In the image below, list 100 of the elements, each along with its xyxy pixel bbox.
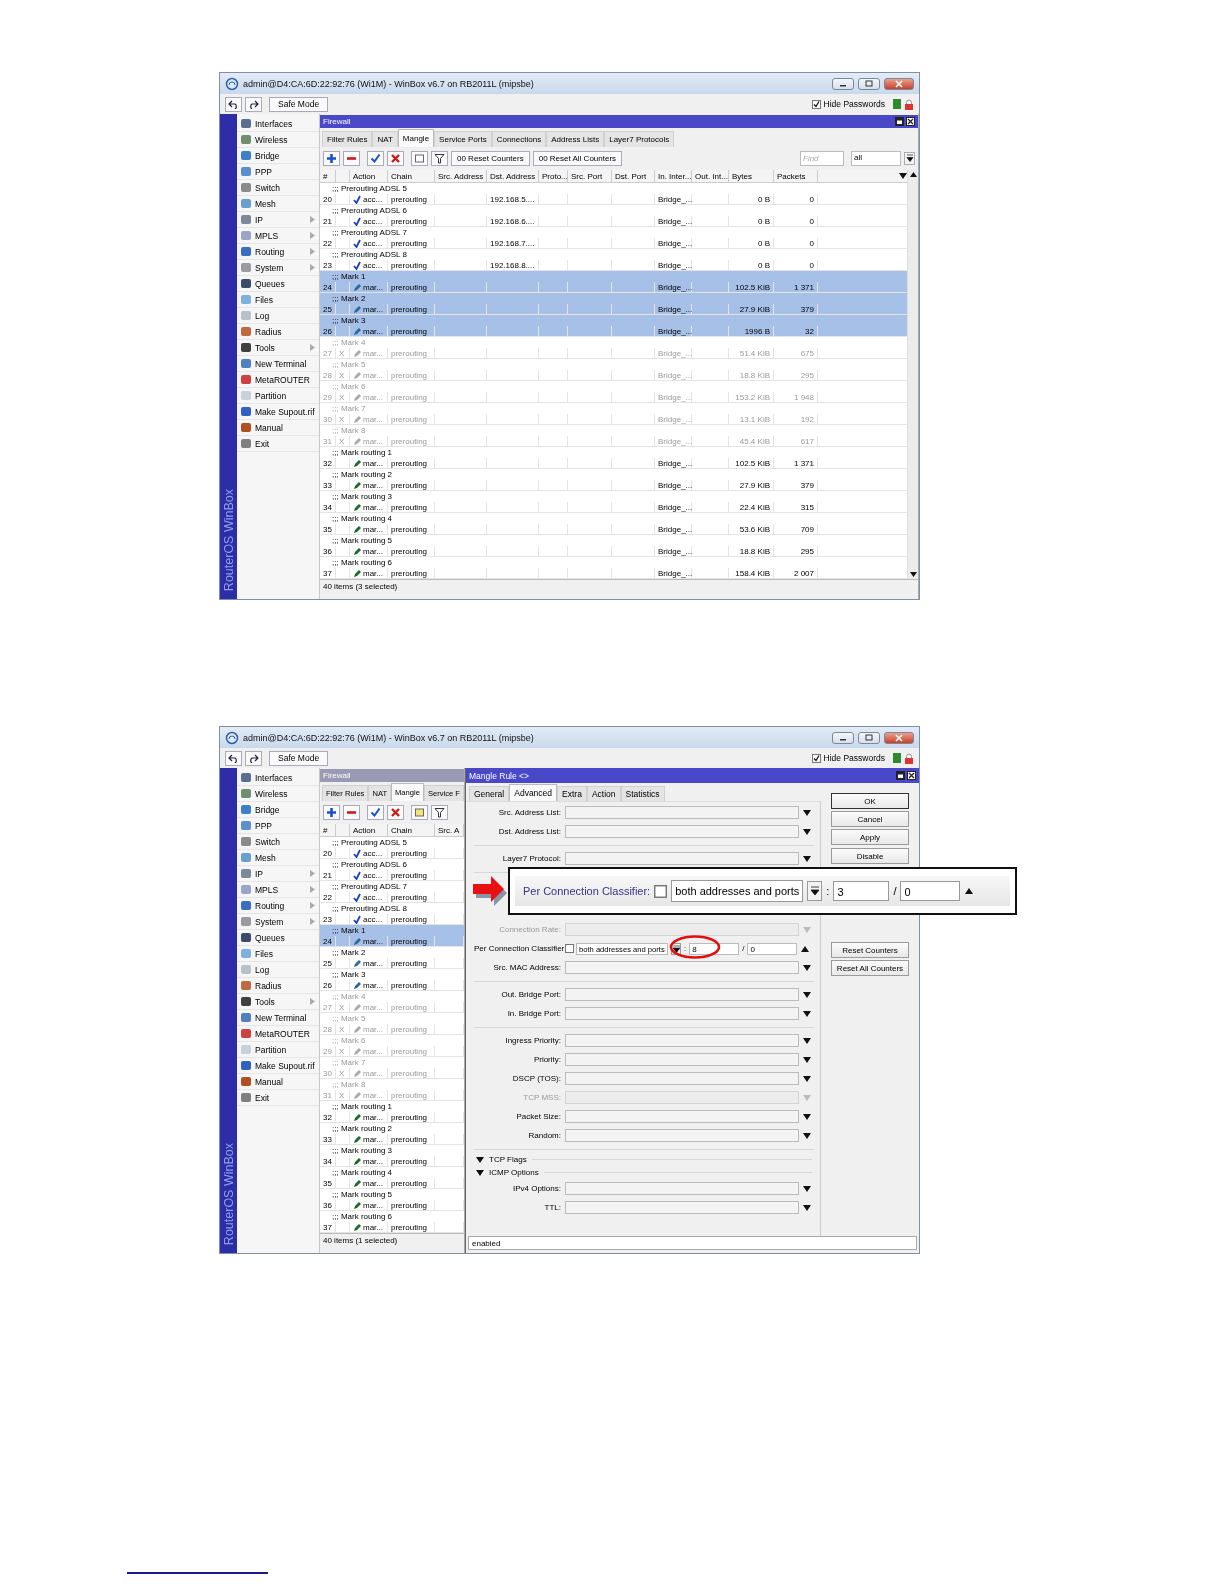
table-row[interactable]: ;;; Mark routing 6 bbox=[320, 557, 907, 568]
table-row[interactable]: 25 mar... prerouting bbox=[320, 958, 464, 969]
tab[interactable]: General bbox=[469, 786, 510, 801]
table-row[interactable]: ;;; Prerouting ADSL 7 bbox=[320, 227, 907, 238]
combo-field[interactable] bbox=[565, 1201, 799, 1214]
dropdown-arrow-icon[interactable] bbox=[803, 1204, 811, 1211]
tab[interactable]: Connections bbox=[491, 131, 547, 147]
tab[interactable]: Layer7 Protocols bbox=[604, 131, 675, 147]
value-field[interactable]: 0 bbox=[900, 881, 961, 901]
column-header[interactable]: Action bbox=[350, 824, 388, 836]
table-row[interactable]: 26 mar... prerouting Bridge_... 1996 B 32 bbox=[320, 326, 907, 337]
column-header[interactable]: Dst. Port bbox=[612, 170, 655, 182]
tab[interactable]: Extra bbox=[557, 786, 587, 801]
column-header[interactable]: Bytes bbox=[729, 170, 774, 182]
dropdown-arrow-icon[interactable] bbox=[803, 1113, 811, 1120]
combo-field[interactable] bbox=[565, 1129, 799, 1142]
column-header[interactable]: # bbox=[320, 170, 336, 182]
menu-item[interactable]: Routing bbox=[237, 244, 319, 260]
column-header[interactable]: Chain bbox=[388, 170, 435, 182]
toolbar-button[interactable]: 00 Reset All Counters bbox=[532, 150, 623, 166]
add-button[interactable] bbox=[323, 804, 340, 820]
menu-item[interactable]: Manual bbox=[237, 420, 319, 436]
table-row[interactable]: 20 acc... prerouting 192.168.5.... Bridge_... 0 B 0 bbox=[320, 194, 907, 205]
scroll-down-icon[interactable] bbox=[909, 572, 917, 577]
menu-item[interactable]: Wireless bbox=[237, 132, 319, 148]
combo-field[interactable] bbox=[565, 1182, 799, 1195]
up-arrow-icon[interactable] bbox=[964, 887, 975, 895]
maximize-button[interactable] bbox=[895, 117, 904, 126]
menu-item[interactable]: Exit bbox=[237, 436, 319, 452]
menu-item[interactable]: PPP bbox=[237, 164, 319, 180]
checkbox[interactable] bbox=[811, 753, 821, 763]
table-row[interactable]: 22 acc... prerouting 192.168.7.... Bridge_... 0 B 0 bbox=[320, 238, 907, 249]
menu-item[interactable]: System bbox=[237, 914, 319, 930]
table-row[interactable]: 36 mar... prerouting bbox=[320, 1200, 464, 1211]
dropdown-button[interactable] bbox=[904, 151, 915, 165]
dropdown-arrow-icon[interactable] bbox=[803, 1185, 811, 1192]
table-row[interactable]: ;;; Mark routing 2 bbox=[320, 469, 907, 480]
combo-field[interactable] bbox=[565, 1110, 799, 1123]
scrollbar[interactable] bbox=[907, 170, 918, 579]
combo-field[interactable] bbox=[565, 806, 799, 819]
checkbox[interactable] bbox=[811, 99, 821, 109]
table-row[interactable]: ;;; Prerouting ADSL 5 bbox=[320, 183, 907, 194]
table-row[interactable]: 24 mar... prerouting Bridge_... 102.5 KiB 1 371 bbox=[320, 282, 907, 293]
menu-item[interactable]: MPLS bbox=[237, 882, 319, 898]
filter-button[interactable] bbox=[431, 150, 448, 166]
table-row[interactable]: ;;; Prerouting ADSL 6 bbox=[320, 859, 464, 870]
up-arrow-icon[interactable] bbox=[801, 945, 810, 952]
dialog-button[interactable]: OK bbox=[831, 793, 909, 809]
menu-item[interactable]: Radius bbox=[237, 324, 319, 340]
menu-item[interactable]: Exit bbox=[237, 1090, 319, 1106]
scroll-up-icon[interactable] bbox=[909, 172, 917, 177]
tab[interactable]: Action bbox=[586, 786, 621, 801]
tab[interactable]: Address Lists bbox=[546, 131, 605, 147]
column-menu-icon[interactable] bbox=[899, 173, 907, 179]
find-field[interactable]: Find bbox=[800, 150, 844, 166]
menu-item[interactable]: Files bbox=[237, 292, 319, 308]
tab[interactable]: Mangle bbox=[397, 129, 435, 147]
enable-button[interactable] bbox=[367, 804, 384, 820]
table-row[interactable]: ;;; Mark 1 bbox=[320, 925, 464, 936]
value-field[interactable]: 8 bbox=[689, 942, 740, 955]
menu-item[interactable]: MPLS bbox=[237, 228, 319, 244]
menu-item[interactable]: Routing bbox=[237, 898, 319, 914]
menu-item[interactable]: MetaROUTER bbox=[237, 1026, 319, 1042]
table-row[interactable]: 32 mar... prerouting bbox=[320, 1112, 464, 1123]
dropdown-button[interactable] bbox=[807, 881, 823, 901]
column-header[interactable]: In. Inter... bbox=[655, 170, 692, 182]
menu-item[interactable]: Files bbox=[237, 946, 319, 962]
value-field[interactable]: 3 bbox=[833, 881, 890, 901]
table-row[interactable]: ;;; Mark 3 bbox=[320, 315, 907, 326]
column-header[interactable]: Src. Address bbox=[435, 170, 487, 182]
table-row[interactable]: ;;; Mark routing 2 bbox=[320, 1123, 464, 1134]
table-row[interactable]: 21 acc... prerouting bbox=[320, 870, 464, 881]
table-row[interactable]: ;;; Mark 3 bbox=[320, 969, 464, 980]
tab[interactable]: NAT bbox=[372, 131, 398, 147]
table-row[interactable]: ;;; Mark routing 1 bbox=[320, 447, 907, 458]
filter-button[interactable] bbox=[431, 804, 448, 820]
column-header[interactable]: Action bbox=[350, 170, 388, 182]
table-row[interactable]: ;;; Mark routing 5 bbox=[320, 535, 907, 546]
table-row[interactable]: 35 mar... prerouting Bridge_... 53.6 KiB 709 bbox=[320, 524, 907, 535]
menu-item[interactable]: Switch bbox=[237, 834, 319, 850]
menu-item[interactable]: Mesh bbox=[237, 196, 319, 212]
table-row[interactable]: ;;; Mark routing 3 bbox=[320, 1145, 464, 1156]
maximize-button[interactable] bbox=[896, 771, 905, 780]
table-row[interactable]: ;;; Mark routing 3 bbox=[320, 491, 907, 502]
dropdown-arrow-icon[interactable] bbox=[803, 1037, 811, 1044]
tab[interactable]: Service Ports bbox=[434, 131, 492, 147]
column-header[interactable]: # bbox=[320, 824, 336, 836]
minimize-button[interactable] bbox=[832, 731, 854, 744]
dropdown-arrow-icon[interactable] bbox=[803, 809, 811, 816]
combo-field[interactable] bbox=[565, 988, 799, 1001]
table-row[interactable]: 25 mar... prerouting Bridge_... 27.9 KiB 379 bbox=[320, 304, 907, 315]
comment-button[interactable] bbox=[411, 804, 428, 820]
close-button[interactable] bbox=[907, 771, 916, 780]
table-row[interactable]: 35 mar... prerouting bbox=[320, 1178, 464, 1189]
menu-item[interactable]: Interfaces bbox=[237, 770, 319, 786]
table-row[interactable]: ;;; Prerouting ADSL 6 bbox=[320, 205, 907, 216]
table-row[interactable]: ;;; Mark routing 4 bbox=[320, 513, 907, 524]
menu-item[interactable]: Switch bbox=[237, 180, 319, 196]
menu-item[interactable]: Log bbox=[237, 962, 319, 978]
undo-button[interactable] bbox=[225, 96, 242, 112]
